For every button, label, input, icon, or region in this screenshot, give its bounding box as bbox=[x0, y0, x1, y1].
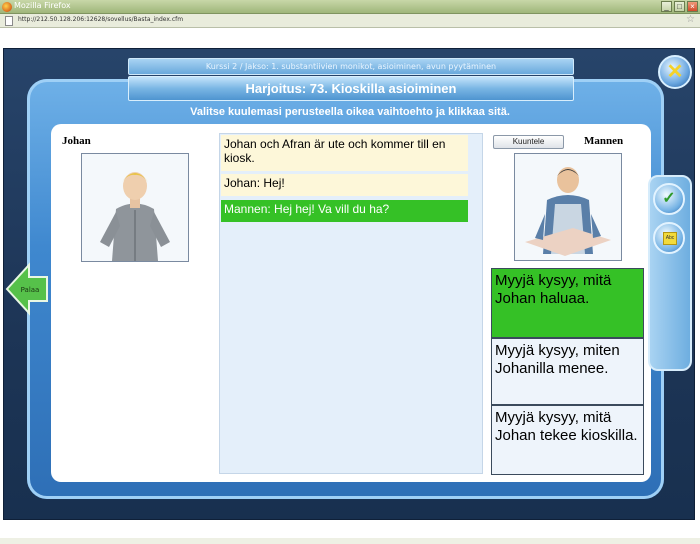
johan-picture bbox=[81, 153, 189, 262]
back-button[interactable]: Palaa bbox=[5, 262, 49, 316]
mannen-picture bbox=[514, 153, 622, 261]
window-title: Mozilla Firefox bbox=[14, 1, 71, 10]
bookmark-star-icon[interactable]: ☆ bbox=[686, 14, 695, 25]
status-strip bbox=[0, 538, 700, 544]
dialog-line-active: Mannen: Hej hej! Va vill du ha? bbox=[221, 200, 468, 222]
course-subtitle: Kurssi 2 / Jakso: 1. substantiivien moni… bbox=[128, 58, 574, 75]
browser-titlebar: Mozilla Firefox _ □ × bbox=[0, 0, 700, 14]
address-bar[interactable]: http://212.50.128.206:12628/sovellus/Bas… bbox=[0, 14, 700, 28]
back-arrow-icon: Palaa bbox=[5, 262, 48, 316]
close-icon: ✕ bbox=[666, 61, 684, 83]
dialog-line: Johan och Afran är ute och kommer till e… bbox=[221, 135, 468, 171]
back-label: Palaa bbox=[21, 286, 40, 294]
firefox-icon bbox=[2, 2, 12, 12]
dictionary-icon: Abc bbox=[663, 232, 677, 245]
minimize-icon[interactable]: _ bbox=[661, 1, 672, 12]
check-button[interactable]: ✓ bbox=[653, 183, 685, 215]
exercise-title: Harjoitus: 73. Kioskilla asioiminen bbox=[128, 76, 574, 101]
window-controls: _ □ × bbox=[661, 1, 698, 12]
close-exercise-button[interactable]: ✕ bbox=[658, 55, 692, 89]
instruction-text: Valitse kuulemasi perusteella oikea vaih… bbox=[190, 106, 510, 118]
johan-illustration bbox=[82, 154, 188, 261]
close-window-icon[interactable]: × bbox=[687, 1, 698, 12]
page-icon bbox=[5, 16, 13, 26]
mannen-illustration bbox=[515, 154, 621, 260]
answer-option[interactable]: Myyjä kysyy, mitä Johan tekee kioskilla. bbox=[491, 405, 644, 475]
maximize-icon[interactable]: □ bbox=[674, 1, 685, 12]
checkmark-icon: ✓ bbox=[662, 190, 676, 207]
left-character-name: Johan bbox=[62, 135, 91, 147]
listen-button[interactable]: Kuuntele bbox=[493, 135, 564, 149]
url-text[interactable]: http://212.50.128.206:12628/sovellus/Bas… bbox=[18, 16, 183, 23]
answer-option[interactable]: Myyjä kysyy, miten Johanilla menee. bbox=[491, 338, 644, 405]
dialog-line: Johan: Hej! bbox=[221, 174, 468, 196]
right-character-name: Mannen bbox=[584, 135, 624, 147]
answer-option-selected[interactable]: Myyjä kysyy, mitä Johan haluaa. bbox=[491, 268, 644, 338]
dictionary-button[interactable]: Abc bbox=[653, 222, 685, 254]
